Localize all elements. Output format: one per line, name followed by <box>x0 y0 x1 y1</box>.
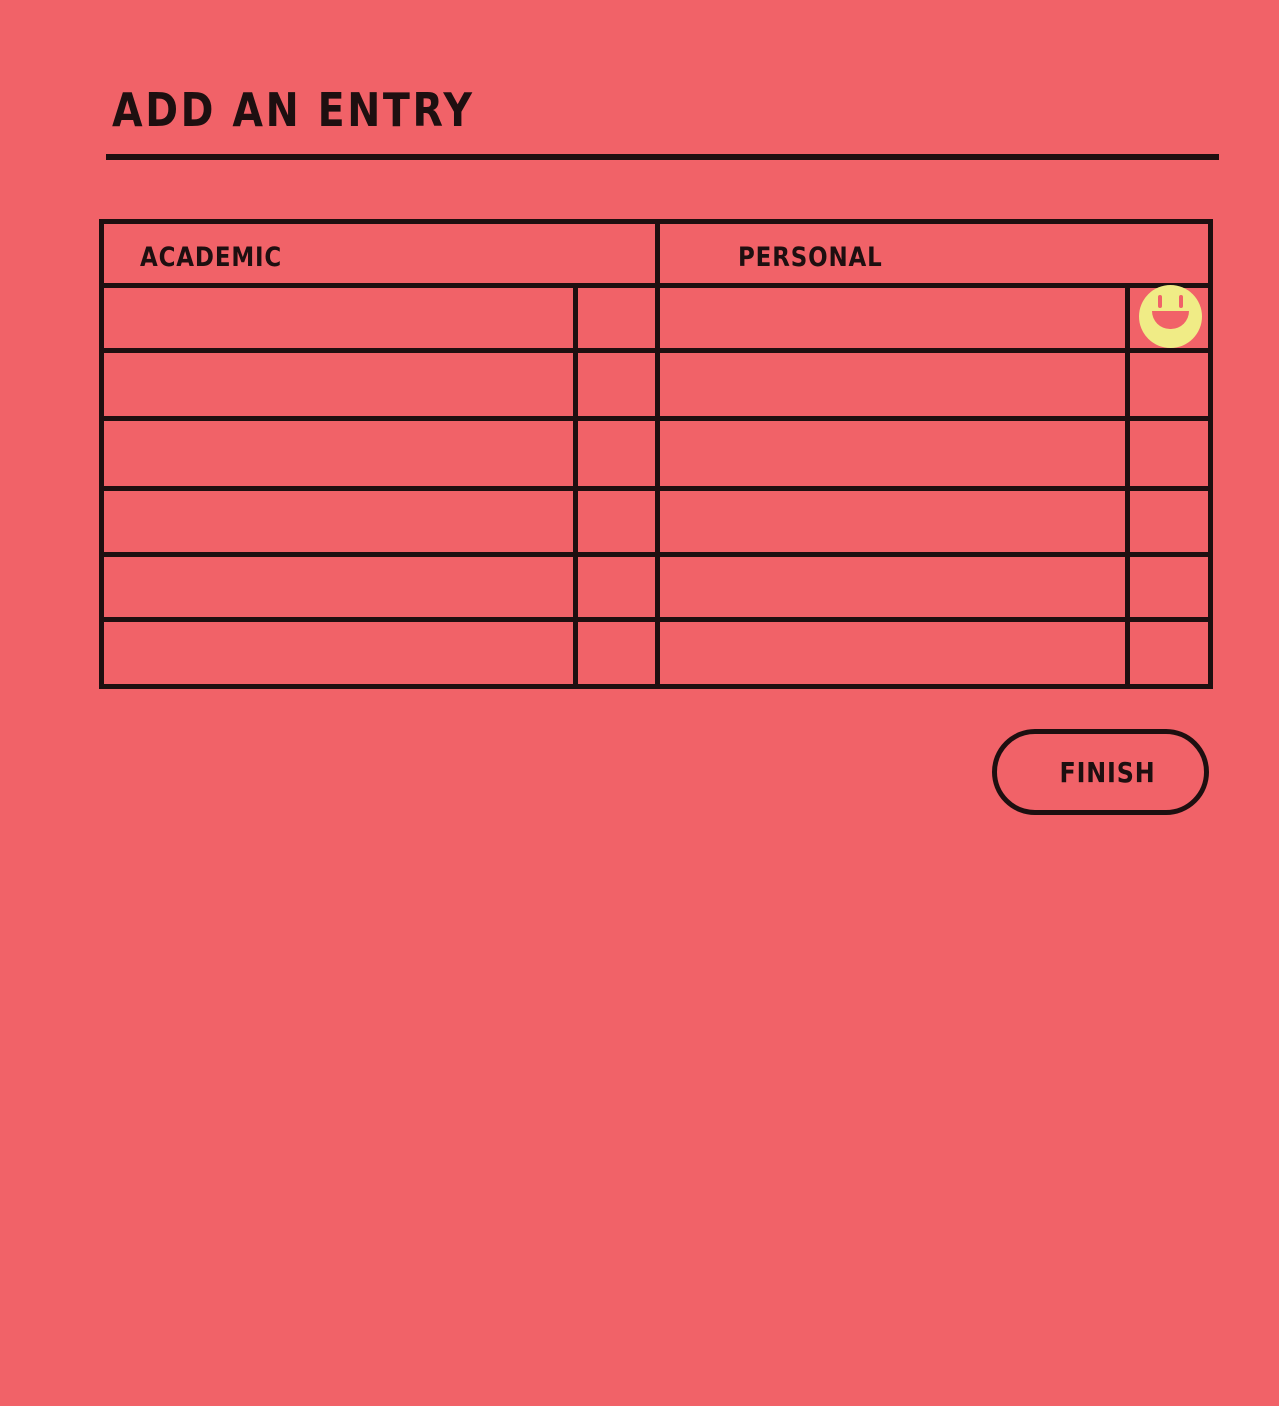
academic-value-cell[interactable] <box>578 622 655 684</box>
personal-value-cell[interactable] <box>1130 353 1208 416</box>
academic-entry-cell[interactable] <box>104 491 573 552</box>
personal-header: PERSONAL <box>738 242 883 273</box>
personal-entry-cell[interactable] <box>660 421 1125 486</box>
personal-value-cell[interactable] <box>1130 557 1208 617</box>
smiley-mouth <box>1152 311 1189 329</box>
personal-value-cell[interactable] <box>1130 421 1208 486</box>
personal-value-cell[interactable] <box>1130 491 1208 552</box>
smiley-eye-left <box>1158 295 1162 308</box>
smiley-eye-right <box>1179 295 1183 308</box>
academic-entry-cell[interactable] <box>104 353 573 416</box>
finish-button[interactable]: FINISH <box>992 729 1209 815</box>
academic-header: ACADEMIC <box>140 242 283 273</box>
academic-entry-cell[interactable] <box>104 622 573 684</box>
academic-value-cell[interactable] <box>578 491 655 552</box>
academic-value-cell[interactable] <box>578 288 655 348</box>
personal-entry-cell[interactable] <box>660 491 1125 552</box>
personal-entry-cell[interactable] <box>660 288 1125 348</box>
academic-value-cell[interactable] <box>578 557 655 617</box>
personal-entry-cell[interactable] <box>660 557 1125 617</box>
entry-table: ACADEMIC PERSONAL <box>99 219 1213 689</box>
academic-value-cell[interactable] <box>578 353 655 416</box>
title-divider <box>106 154 1219 160</box>
academic-entry-cell[interactable] <box>104 421 573 486</box>
personal-value-cell[interactable] <box>1130 622 1208 684</box>
academic-entry-cell[interactable] <box>104 557 573 617</box>
smiley-face-icon[interactable] <box>1139 285 1202 348</box>
page-title: ADD AN ENTRY <box>112 83 475 137</box>
academic-value-cell[interactable] <box>578 421 655 486</box>
finish-button-label: FINISH <box>1059 755 1156 789</box>
personal-entry-cell[interactable] <box>660 353 1125 416</box>
personal-entry-cell[interactable] <box>660 622 1125 684</box>
academic-entry-cell[interactable] <box>104 288 573 348</box>
